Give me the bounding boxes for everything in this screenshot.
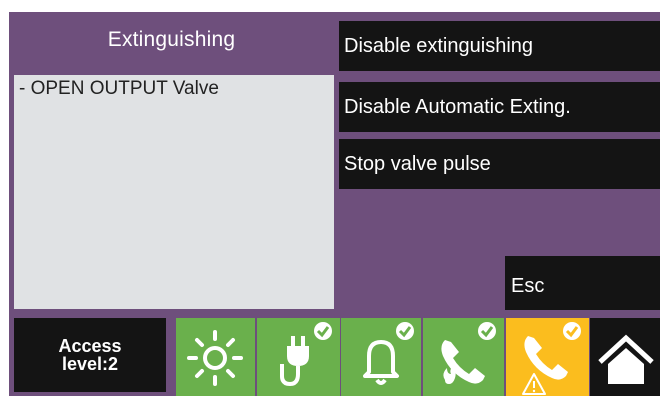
power-status-tile[interactable] [176, 318, 255, 396]
status-message: - OPEN OUTPUT Valve [19, 78, 219, 99]
stop-valve-pulse-label: Stop valve pulse [344, 152, 491, 175]
mains-supply-tile[interactable] [257, 318, 340, 396]
esc-label: Esc [511, 274, 545, 297]
disable-automatic-exting-button[interactable]: Disable Automatic Exting. [339, 82, 660, 132]
stop-valve-pulse-button[interactable]: Stop valve pulse [339, 139, 660, 189]
home-icon [598, 334, 654, 384]
phone-fire-icon [441, 322, 496, 384]
esc-button[interactable]: Esc [505, 256, 660, 310]
bell-icon [363, 322, 414, 385]
access-label-line2: level:2 [61, 354, 119, 374]
sounders-tile[interactable] [341, 318, 421, 396]
disable-extinguishing-label: Disable extinguishing [344, 34, 534, 57]
sun-icon [187, 330, 243, 386]
phone-warning-icon [522, 322, 581, 395]
disable-extinguishing-button[interactable]: Disable extinguishing [339, 21, 660, 71]
power-plug-icon [280, 322, 332, 387]
fire-transmission-tile[interactable] [423, 318, 504, 396]
fault-transmission-tile[interactable] [506, 318, 589, 396]
home-button[interactable] [590, 318, 660, 396]
disable-automatic-exting-label: Disable Automatic Exting. [344, 95, 571, 118]
access-level-button[interactable]: Access level:2 [14, 318, 166, 392]
page-title: Extinguishing [107, 28, 236, 51]
access-label-line1: Access [58, 336, 122, 356]
extinguishing-screen: Extinguishing - OPEN OUTPUT Valve Disabl… [0, 0, 660, 396]
status-message-box: - OPEN OUTPUT Valve [14, 75, 334, 309]
